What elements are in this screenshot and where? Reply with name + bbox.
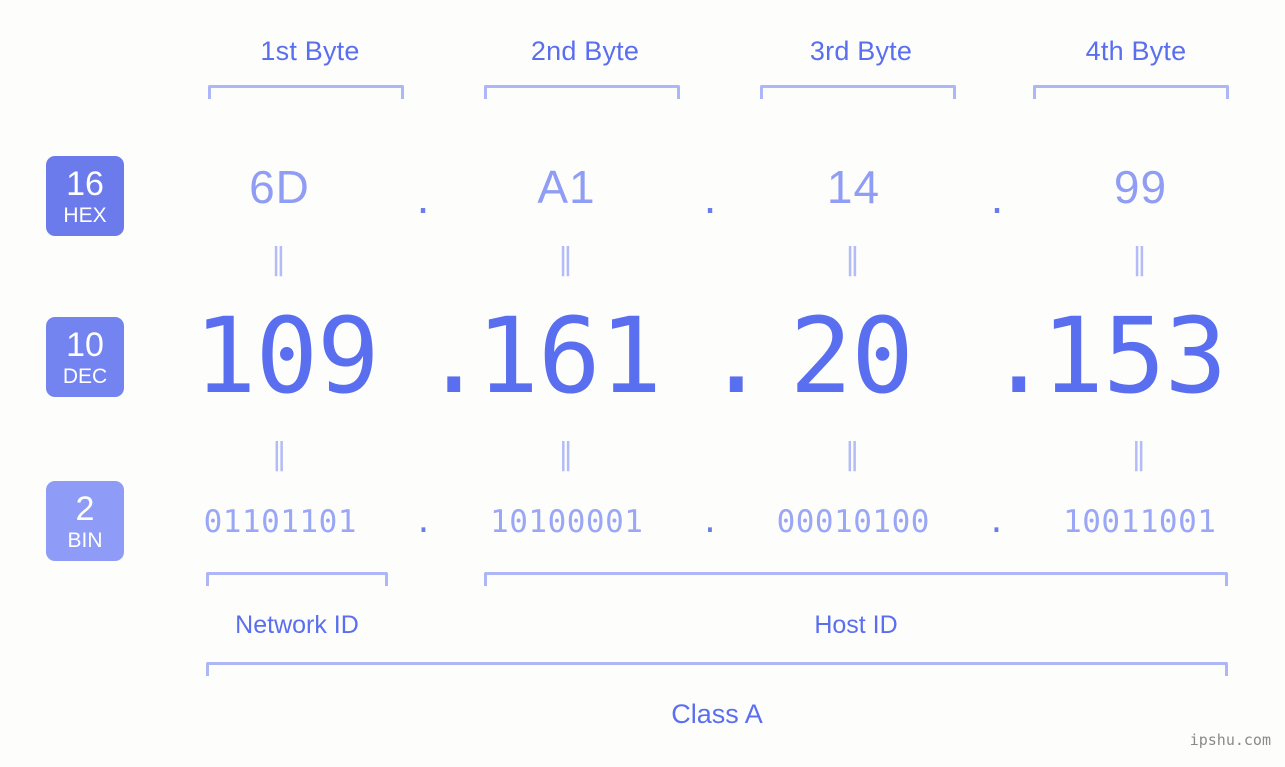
equals-connector-8: ‖ [1010,438,1271,472]
equals-connector-3: ‖ [724,243,983,277]
network-id-bracket [206,572,388,586]
base-badge-dec-name: DEC [62,364,108,388]
hex-byte-1: 6D [249,161,310,213]
bin-byte-2: 10100001 [490,504,644,540]
byte-bracket-4 [1033,85,1229,99]
dec-value-row: 109 . 161 . 20 . 153 [150,292,1270,420]
base-badge-dec-number: 10 [66,325,104,364]
hex-value-row: 6D . A1 . 14 . 99 [150,152,1270,223]
byte-header-label-4: 4th Byte [1085,36,1187,66]
host-id-bracket [484,572,1228,586]
dec-separator-1: . [422,295,486,417]
byte-bracket-3 [760,85,956,99]
equals-connectors-hex-dec: ‖ ‖ ‖ ‖ [150,243,1270,277]
base-badge-bin-number: 2 [75,489,95,528]
byte-header-label-3: 3rd Byte [809,36,913,66]
byte-header-label-1: 1st Byte [260,36,360,66]
parallel-bars-icon: ‖ [558,437,576,472]
base-badge-bin: 2 BIN [46,481,124,561]
parallel-bars-icon: ‖ [1131,437,1149,472]
equals-connector-5: ‖ [150,438,411,472]
equals-connector-1: ‖ [150,243,409,277]
dec-separator-2: . [705,295,768,417]
base-badge-bin-name: BIN [67,528,103,552]
dec-byte-2: 161 [476,295,662,417]
base-badge-hex-name: HEX [63,203,107,227]
equals-connector-7: ‖ [723,438,984,472]
hex-separator-1: . [416,171,430,223]
hex-separator-3: . [990,171,1004,223]
byte-bracket-1 [208,85,404,99]
equals-connector-4: ‖ [1011,243,1270,277]
hex-byte-3: 14 [826,161,881,213]
parallel-bars-icon: ‖ [844,437,862,472]
hex-byte-2: A1 [537,161,596,213]
parallel-bars-icon: ‖ [1132,242,1149,277]
base-badge-dec: 10 DEC [46,317,124,397]
ip-address-diagram: 1st Byte 2nd Byte 3rd Byte 4th Byte 16 H… [0,0,1285,767]
equals-connector-6: ‖ [437,438,698,472]
hex-separator-2: . [703,171,717,223]
dec-byte-1: 109 [193,295,380,417]
base-badge-hex-number: 16 [66,164,104,203]
dec-byte-4: 153 [1041,295,1227,417]
network-id-label: Network ID [235,611,359,639]
parallel-bars-icon: ‖ [271,242,288,277]
bin-separator-3: . [987,504,1006,540]
base-badge-hex: 16 HEX [46,156,124,236]
byte-header-label-2: 2nd Byte [530,36,640,66]
class-label: Class A [671,699,763,729]
byte-bracket-2 [484,85,680,99]
dec-separator-3: . [987,295,1051,417]
parallel-bars-icon: ‖ [845,242,862,277]
bin-byte-4: 10011001 [1063,504,1217,540]
watermark: ipshu.com [1189,731,1271,749]
bin-separator-2: . [700,504,720,540]
bin-value-row: 01101101 . 10100001 . 00010100 . 1001100… [150,492,1270,552]
equals-connector-2: ‖ [437,243,696,277]
class-bracket [206,662,1228,676]
bin-byte-1: 01101101 [203,504,357,540]
dec-byte-3: 20 [789,295,914,417]
equals-connectors-dec-bin: ‖ ‖ ‖ ‖ [150,438,1270,472]
parallel-bars-icon: ‖ [271,437,289,472]
bin-byte-3: 00010100 [776,504,930,540]
bin-separator-1: . [414,504,433,540]
parallel-bars-icon: ‖ [558,242,575,277]
host-id-label: Host ID [814,611,898,639]
hex-byte-4: 99 [1113,161,1168,213]
